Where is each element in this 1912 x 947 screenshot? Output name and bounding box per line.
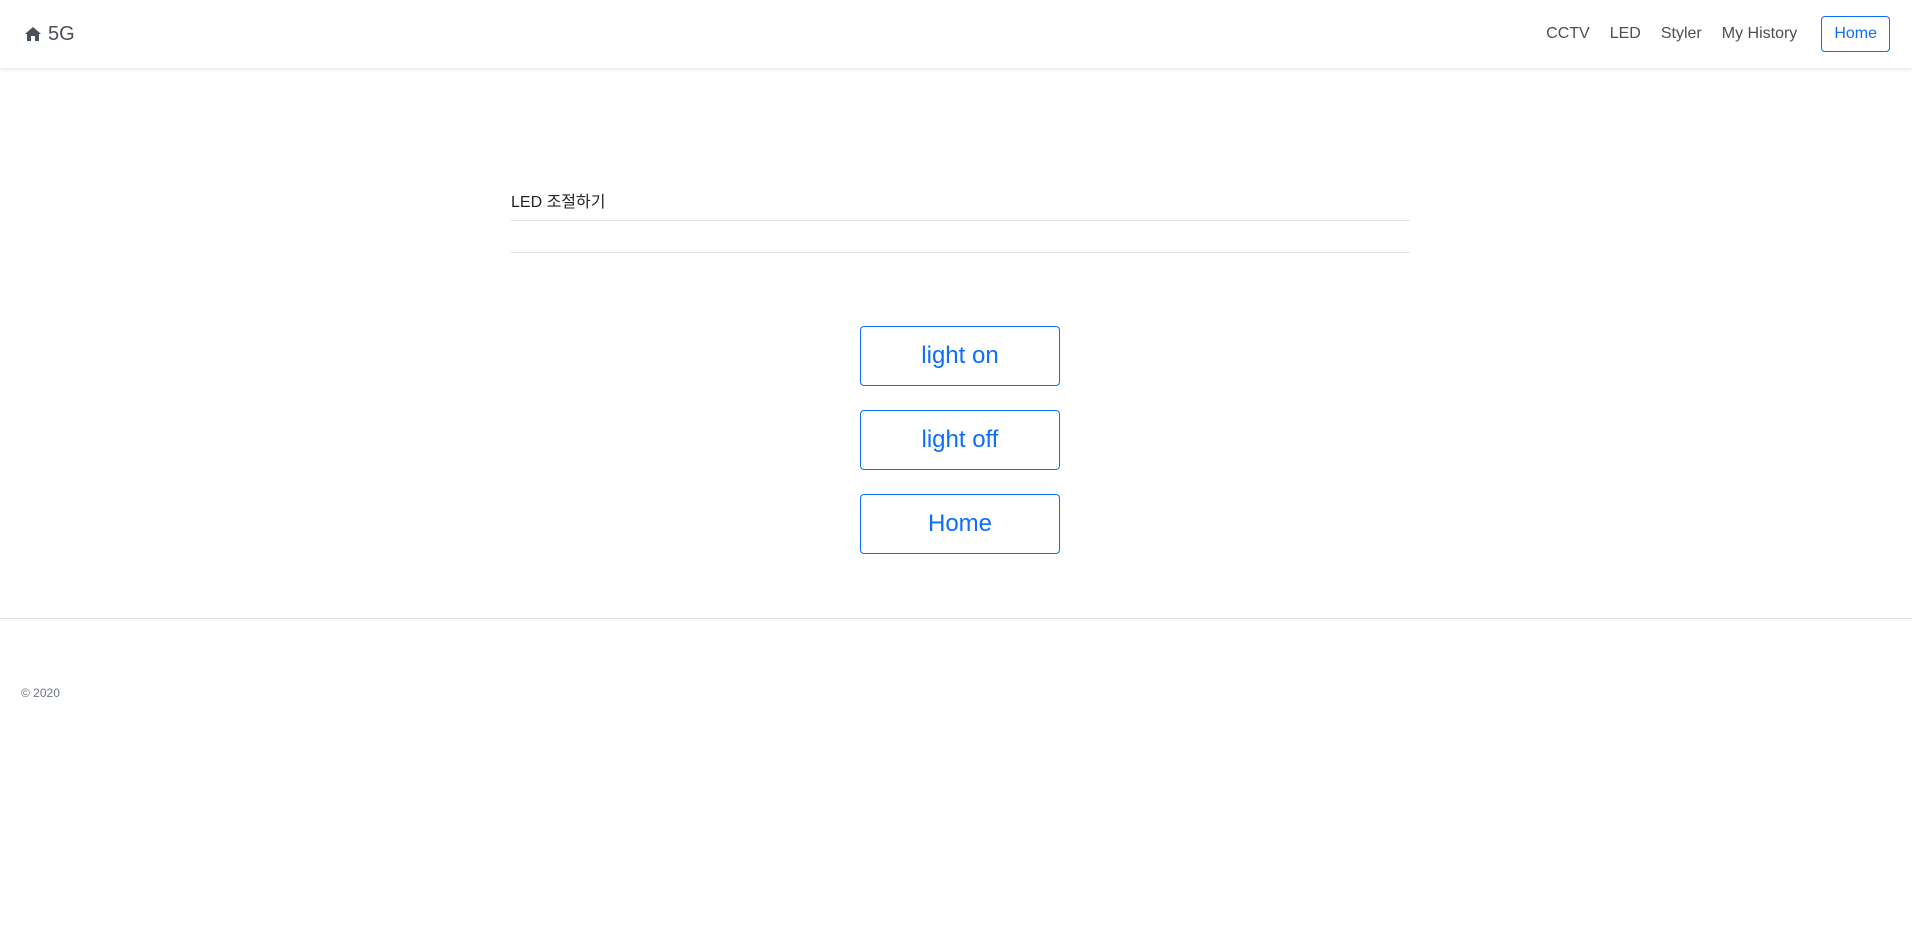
nav-link-styler[interactable]: Styler (1661, 25, 1702, 43)
brand-link[interactable]: 5G (24, 23, 75, 46)
nav-link-cctv[interactable]: CCTV (1546, 25, 1590, 43)
led-control-section: LED 조절하기 (511, 188, 1410, 253)
home-button[interactable]: Home (860, 494, 1060, 554)
page-title: LED 조절하기 (511, 188, 1410, 221)
nav-home-button[interactable]: Home (1821, 16, 1890, 52)
footer-copyright: © 2020 (21, 686, 60, 700)
light-off-button[interactable]: light off (860, 410, 1060, 470)
nav-link-led[interactable]: LED (1610, 25, 1641, 43)
section-divider (511, 252, 1410, 253)
light-on-button[interactable]: light on (860, 326, 1060, 386)
brand-text: 5G (48, 22, 75, 45)
top-navbar: 5G CCTV LED Styler My History Home (0, 0, 1912, 68)
nav-link-my-history[interactable]: My History (1722, 25, 1798, 43)
footer-divider (0, 618, 1912, 619)
home-icon (24, 26, 42, 42)
led-button-stack: light on light off Home (860, 326, 1060, 578)
nav-links: CCTV LED Styler My History Home (1546, 16, 1890, 52)
